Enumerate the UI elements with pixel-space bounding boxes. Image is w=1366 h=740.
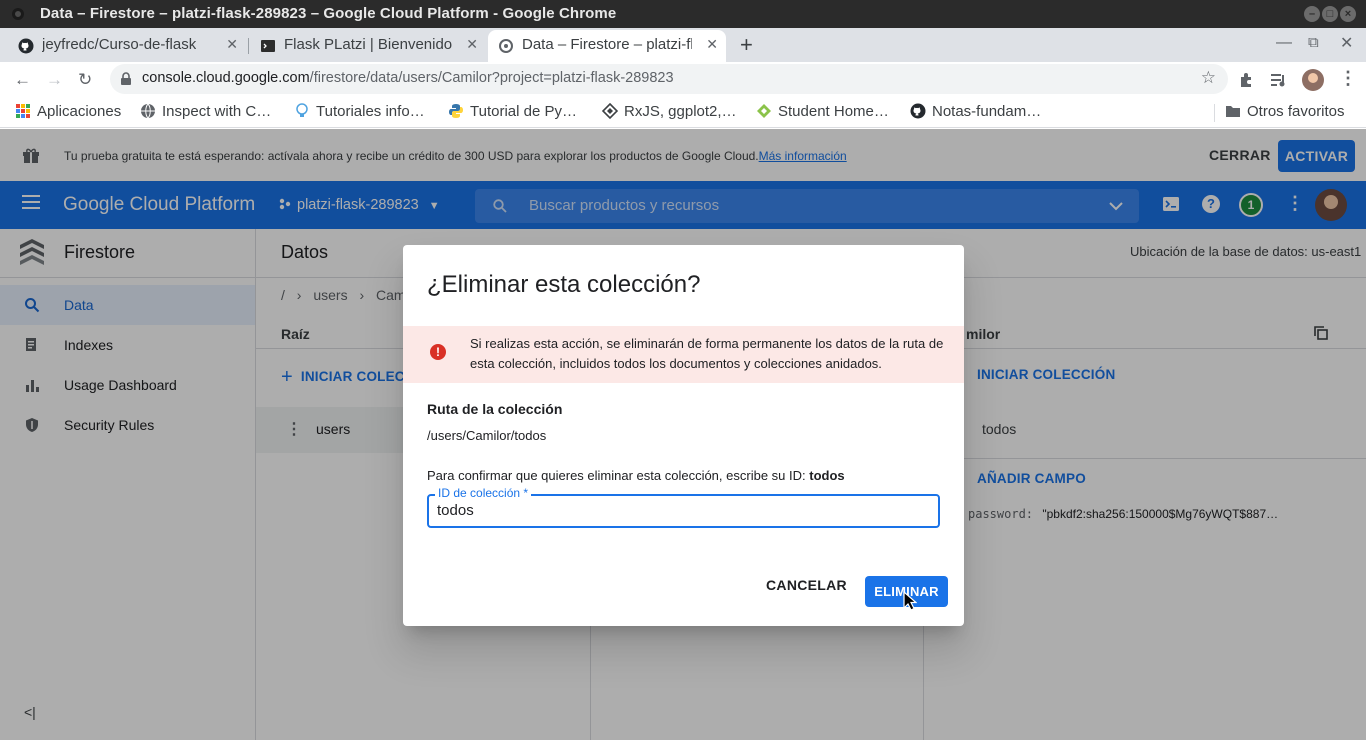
tab-firestore-data[interactable]: Data – Firestore – platzi-fl ✕ [488,30,726,62]
github-icon [910,103,926,119]
forward-button[interactable]: → [46,70,63,90]
restore-button[interactable]: ⧉ [1308,34,1319,51]
url-path: /firestore/data/users/Camilor?project=pl… [309,70,674,86]
close-tab-icon[interactable]: ✕ [466,36,478,53]
path-label: Ruta de la colección [427,401,563,417]
chrome-menu-icon[interactable]: ⋮ [1339,68,1357,89]
bookmark-label: Otros favoritos [1247,103,1345,120]
bookmark-star-icon[interactable]: ☆ [1201,68,1216,88]
bookmark-student-home[interactable]: Student Home… [756,103,889,120]
leaf-icon [757,104,771,118]
collection-id-input[interactable] [437,502,927,519]
url-host: console.cloud.google.com [142,70,310,86]
collection-path: /users/Camilor/todos [427,428,547,443]
collection-id-field[interactable]: ID de colección * [427,486,940,528]
bookmark-label: RxJS, ggplot2,… [624,103,737,120]
bookmark-tutorial-python[interactable]: Tutorial de Py… [448,103,577,120]
warning-text: Si realizas esta acción, se eliminarán d… [470,336,944,371]
bulb-icon [296,103,308,117]
close-tab-icon[interactable]: ✕ [706,36,718,53]
warning-banner: ! Si realizas esta acción, se eliminarán… [403,326,964,383]
bookmark-label: Tutoriales info… [316,103,425,120]
tab-separator [248,38,249,54]
minimize-button[interactable]: — [1276,34,1292,52]
confirm-instruction: Para confirmar que quieres eliminar esta… [427,468,845,483]
reload-button[interactable]: ↻ [78,70,92,90]
bookmark-label: Aplicaciones [37,103,122,120]
terminal-icon [261,40,275,52]
bookmark-tutoriales[interactable]: Tutoriales info… [294,103,425,120]
confirm-text: Para confirmar que quieres eliminar esta… [427,468,806,483]
close-window-button[interactable]: × [1340,6,1356,22]
browser-toolbar: ← → ↻ console.cloud.google.com/firestore… [0,62,1366,96]
back-button[interactable]: ← [14,70,31,90]
bookmark-otros-favoritos[interactable]: Otros favoritos [1225,103,1345,120]
close-tab-icon[interactable]: ✕ [226,36,238,53]
bookmark-label: Student Home… [778,103,889,120]
bookmark-rxjs[interactable]: RxJS, ggplot2,… [602,103,737,120]
delete-collection-dialog: ¿Eliminar esta colección? ! Si realizas … [403,245,964,626]
dialog-title: ¿Eliminar esta colección? [427,271,701,298]
tab-github-curso-flask[interactable]: jeyfredc/Curso-de-flask ✕ [8,30,246,62]
address-bar[interactable]: console.cloud.google.com/firestore/data/… [110,64,1228,94]
mouse-cursor-icon [903,591,917,611]
lock-icon[interactable] [120,72,132,86]
globe-icon [141,103,155,119]
github-icon [18,38,34,54]
close-button[interactable]: ✕ [1340,33,1353,53]
maximize-window-button[interactable]: □ [1322,6,1338,22]
tab-label: jeyfredc/Curso-de-flask [42,36,197,53]
minimize-window-button[interactable]: – [1304,6,1320,22]
folder-icon [1226,106,1240,117]
bookmark-inspect[interactable]: Inspect with C… [140,103,271,120]
cancel-button[interactable]: CANCELAR [766,577,847,593]
bookmark-label: Tutorial de Py… [470,103,577,120]
media-control-icon[interactable] [1270,72,1288,88]
tab-strip: jeyfredc/Curso-de-flask ✕ Flask PLatzi |… [0,28,1366,62]
bookmark-notas[interactable]: Notas-fundam… [910,103,1041,120]
bookmarks-bar: Aplicaciones Inspect with C… Tutoriales … [0,96,1366,128]
bookmark-aplicaciones[interactable]: Aplicaciones [15,103,121,120]
window-title: Data – Firestore – platzi-flask-289823 –… [40,5,617,22]
bookmark-label: Notas-fundam… [932,103,1042,120]
error-icon: ! [430,344,446,360]
gcp-icon [499,39,513,53]
window-menu-icon[interactable] [12,8,24,20]
diamond-icon [602,103,618,119]
apps-grid-icon [16,104,30,118]
tab-label: Data – Firestore – platzi-fl [522,36,692,53]
tab-label: Flask PLatzi | Bienvenido [284,36,453,53]
collection-id-label: ID de colección * [435,486,532,500]
profile-avatar[interactable] [1302,69,1324,91]
bookmark-label: Inspect with C… [162,103,272,120]
python-icon [449,104,463,118]
tab-flask-platzi[interactable]: Flask PLatzi | Bienvenido ✕ [250,30,486,62]
window-titlebar: Data – Firestore – platzi-flask-289823 –… [0,0,1366,28]
new-tab-button[interactable]: + [740,32,753,58]
bookmark-separator [1214,104,1215,122]
extensions-icon[interactable] [1238,71,1256,89]
confirm-id: todos [809,468,845,483]
url-text: console.cloud.google.com/firestore/data/… [142,70,674,86]
